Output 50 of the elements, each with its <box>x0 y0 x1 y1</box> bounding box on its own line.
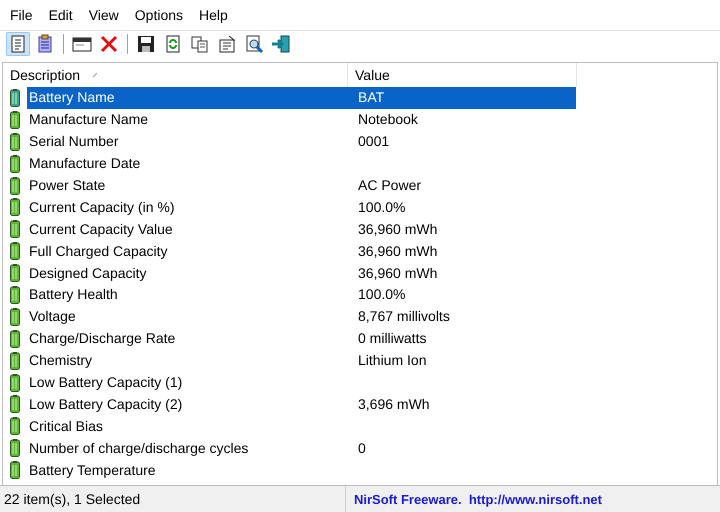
list-row[interactable]: Power State AC Power <box>27 174 576 196</box>
menu-item[interactable]: File <box>2 2 41 28</box>
list-row[interactable]: Current Capacity (in %) 100.0% <box>27 196 576 218</box>
battery-icon <box>10 439 20 458</box>
sort-icon <box>92 72 98 78</box>
battery-icon <box>10 395 20 414</box>
search-icon <box>244 34 264 54</box>
battery-icon <box>10 417 20 436</box>
battery-icon <box>10 352 20 370</box>
battery-icon <box>10 374 20 392</box>
list-row[interactable]: Critical Bias <box>27 415 576 438</box>
delete-icon <box>99 34 119 54</box>
list-row[interactable]: Battery Name BAT <box>27 87 576 109</box>
list-row[interactable]: Serial Number 0001 <box>27 130 576 153</box>
menu-item[interactable]: Edit <box>40 2 81 28</box>
list-row[interactable]: Charge/Discharge Rate 0 milliwatts <box>27 328 576 350</box>
battery-icon <box>10 198 20 216</box>
list-row[interactable]: Manufacture Name Notebook <box>27 108 576 131</box>
battery-icon <box>10 242 20 260</box>
copy-icon <box>190 34 210 54</box>
menu-item[interactable]: View <box>80 2 127 28</box>
battery-icon <box>10 330 20 348</box>
list-row[interactable]: Full Charged Capacity 36,960 mWh <box>27 240 576 262</box>
list-row[interactable]: Voltage 8,767 millivolts <box>27 306 576 328</box>
battery-icon <box>10 154 20 173</box>
battery-icon <box>10 110 20 129</box>
status-text: 22 item(s), 1 Selected <box>0 486 346 512</box>
list-row[interactable]: Designed Capacity 36,960 mWh <box>27 262 576 284</box>
list-row[interactable]: Battery Health 100.0% <box>27 284 576 306</box>
battery-icon <box>10 176 20 194</box>
menu-item[interactable]: Help <box>191 2 236 28</box>
battery-icon <box>10 286 20 304</box>
battery-icon <box>10 264 20 282</box>
menu-item[interactable]: Options <box>126 2 192 28</box>
properties-icon <box>217 34 237 54</box>
list-row[interactable]: Number of charge/discharge cycles 0 <box>27 437 576 460</box>
list-row[interactable]: Current Capacity Value 36,960 mWh <box>27 218 576 240</box>
battery-icon <box>10 88 20 107</box>
list-row[interactable]: Low Battery Capacity (2) 3,696 mWh <box>27 393 576 416</box>
battery-icon <box>10 308 20 326</box>
credit-link[interactable]: NirSoft Freeware. http://www.nirsoft.net <box>346 486 602 512</box>
toolbar-button[interactable] <box>6 32 30 56</box>
battery-icon <box>10 461 20 480</box>
list-row[interactable]: Battery Temperature <box>27 459 576 482</box>
battery-icon <box>10 132 20 151</box>
list-row[interactable]: Manufacture Date <box>27 152 576 175</box>
battery-icon <box>10 220 20 238</box>
list-row[interactable]: Chemistry Lithium Ion <box>27 350 576 372</box>
list-row[interactable]: Low Battery Capacity (1) <box>27 372 576 394</box>
exit-door-icon <box>271 34 291 54</box>
